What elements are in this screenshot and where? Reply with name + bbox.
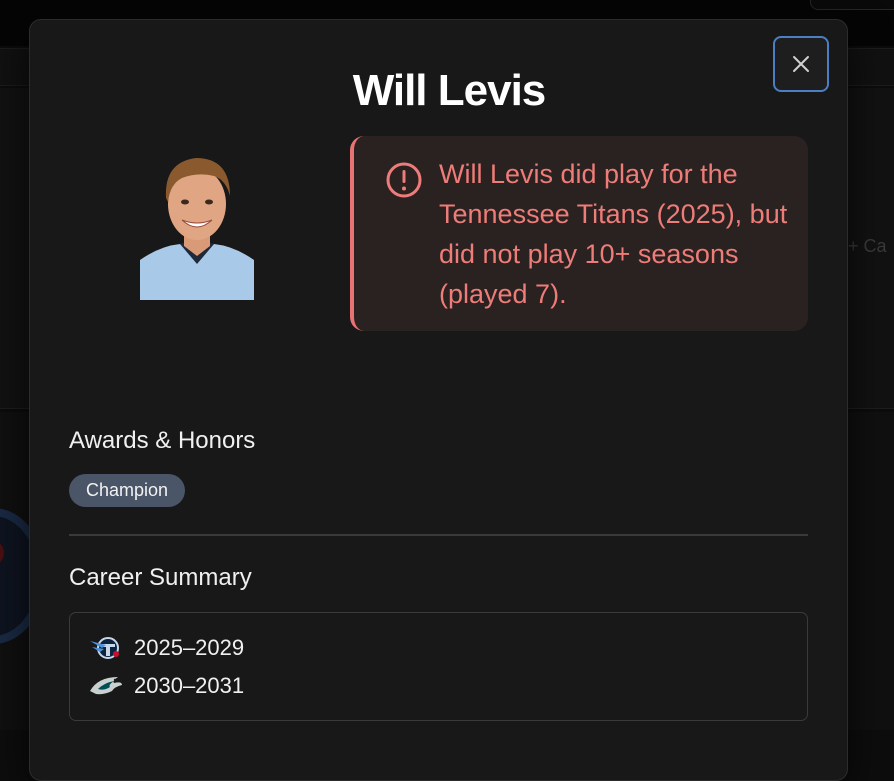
player-headshot-image xyxy=(140,158,254,300)
career-summary-heading: Career Summary xyxy=(69,564,252,591)
alert-circle-icon xyxy=(386,162,422,198)
career-stint-row: 2025–2029 xyxy=(88,633,244,663)
player-photo xyxy=(140,146,254,300)
alert-message: Will Levis did play for the Tennessee Ti… xyxy=(439,159,788,309)
award-badge-champion: Champion xyxy=(69,474,186,507)
background-top-chip xyxy=(810,0,894,10)
career-summary-list: 2025–2029 2030–2031 xyxy=(69,612,808,721)
career-years: 2025–2029 xyxy=(134,635,245,660)
eligibility-alert: Will Levis did play for the Tennessee Ti… xyxy=(350,136,808,331)
career-stint-row: 2030–2031 xyxy=(88,671,244,701)
player-modal: Will Levis Will Levis did play for the T… xyxy=(29,19,848,781)
eagles-logo-icon xyxy=(90,677,122,695)
close-icon xyxy=(793,56,809,72)
titans-logo-icon xyxy=(90,637,119,659)
background-partial-text: + Ca xyxy=(848,236,887,256)
section-divider xyxy=(69,534,808,536)
player-name-title: Will Levis xyxy=(352,66,547,115)
awards-heading: Awards & Honors xyxy=(69,427,256,454)
career-years: 2030–2031 xyxy=(134,673,245,698)
close-button[interactable] xyxy=(773,36,829,92)
